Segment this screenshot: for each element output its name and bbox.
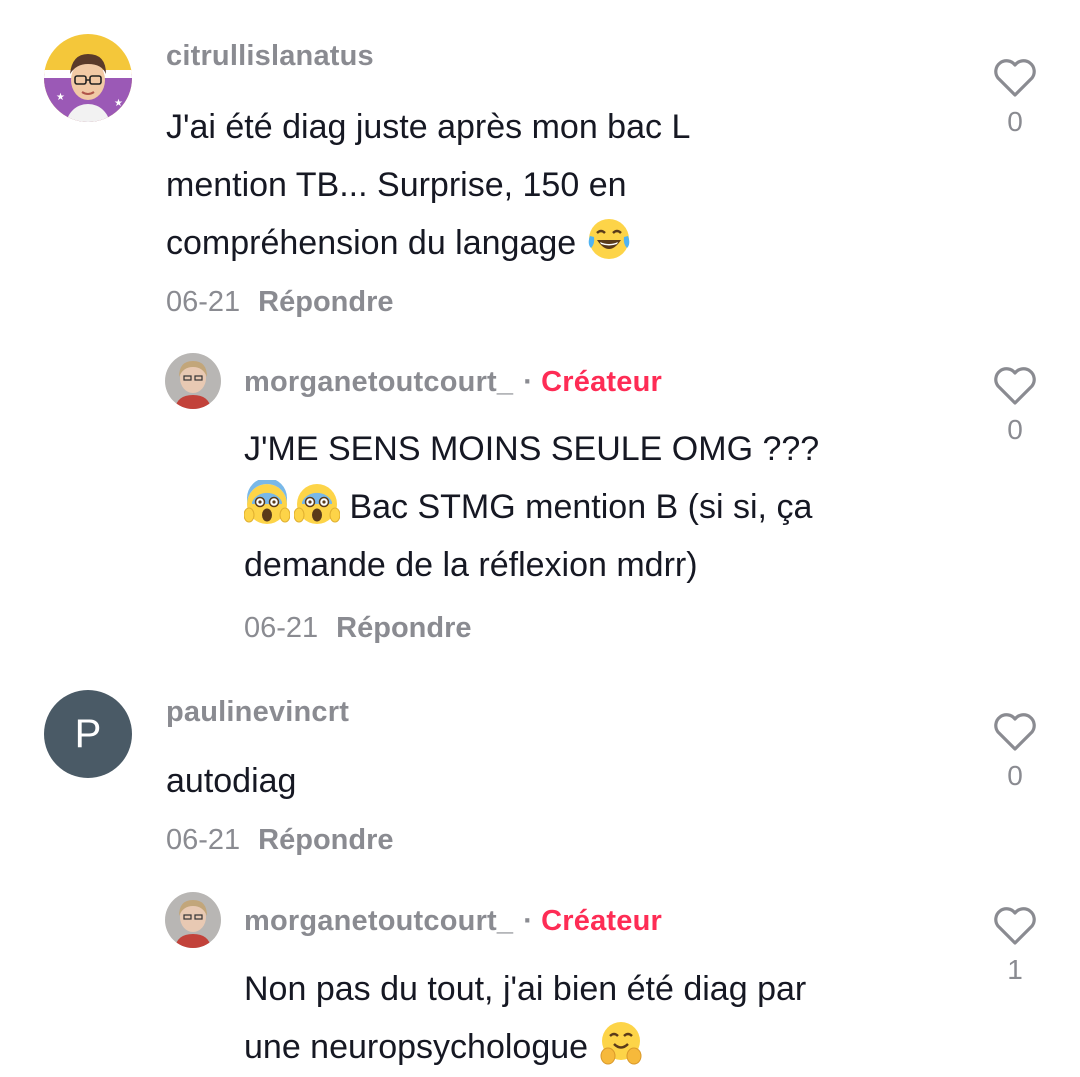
comment-text: autodiag [166,752,296,810]
like-button[interactable]: 1 [990,906,1040,986]
like-count: 0 [1007,760,1023,791]
like-button[interactable]: 0 [990,366,1040,446]
comment-date: 06-21 [166,286,241,318]
comment-meta: 06-21 Répondre [166,824,394,857]
comment-text: J'ME SENS MOINS SEULE OMG ??? Bac STMG m… [244,420,819,594]
comment-text: Non pas du tout, j'ai bien été diag par … [244,960,806,1076]
comment-meta: 06-21 Répondre [166,286,394,319]
comment-line: J'ai été diag juste après mon bac L [166,108,691,146]
comment-username[interactable]: morganetoutcourt_ · Créateur [244,905,662,938]
like-count: 0 [1007,106,1023,137]
separator-dot: · [523,905,534,937]
username-text[interactable]: paulinevincrt [166,696,349,728]
reply-button[interactable]: Répondre [258,824,393,856]
comment-line: J'ME SENS MOINS SEULE OMG ??? [244,430,820,468]
avatar[interactable] [165,353,221,409]
username-text[interactable]: citrullislanatus [166,40,374,72]
heart-icon[interactable] [992,712,1038,752]
comment-line: mention TB... Surprise, 150 en [166,166,627,204]
comment-date: 06-21 [244,612,319,644]
like-count: 0 [1007,414,1023,445]
creator-badge: Créateur [541,366,662,398]
like-count: 1 [1007,954,1023,985]
comment-line: demande de la réflexion mdrr) [244,546,698,584]
comment-text: J'ai été diag juste après mon bac L ment… [166,98,690,272]
comment-line: Bac STMG mention B (si si, ça [244,478,819,536]
username-text[interactable]: morganetoutcourt_ [244,905,513,937]
avatar[interactable] [165,892,221,948]
comment-username[interactable]: citrullislanatus [166,40,374,73]
scream-emoji-icon [244,480,290,524]
reply-button[interactable]: Répondre [336,612,471,644]
joy-emoji-icon [588,219,629,259]
like-button[interactable]: 0 [990,58,1040,138]
comment-line: compréhension du langage [166,214,690,272]
avatar-letter: P [74,712,102,756]
heart-icon[interactable] [992,58,1038,98]
comment-username[interactable]: paulinevincrt [166,696,349,729]
hugging-face-emoji-icon [600,1022,642,1065]
svg-text:★: ★ [56,92,65,103]
comment-line: autodiag [166,762,297,800]
heart-icon[interactable] [992,366,1038,406]
svg-text:★: ★ [114,98,123,109]
avatar[interactable]: ★ ★ [44,34,132,122]
cartoon-avatar-icon: ★ ★ [44,34,132,122]
comment-line: Non pas du tout, j'ai bien été diag par [244,970,807,1008]
profile-photo-icon [165,353,221,409]
like-button[interactable]: 0 [990,712,1040,792]
profile-photo-icon [165,892,221,948]
avatar[interactable]: P [44,690,132,778]
creator-badge: Créateur [541,905,662,937]
comment-line: une neuropsychologue [244,1018,806,1076]
username-text[interactable]: morganetoutcourt_ [244,366,513,398]
comment-meta: 06-21 Répondre [244,612,472,645]
scream-emoji-icon [294,484,340,524]
comment-username[interactable]: morganetoutcourt_ · Créateur [244,366,662,399]
reply-button[interactable]: Répondre [258,286,393,318]
comment-date: 06-21 [166,824,241,856]
separator-dot: · [523,366,534,398]
heart-icon[interactable] [992,906,1038,946]
